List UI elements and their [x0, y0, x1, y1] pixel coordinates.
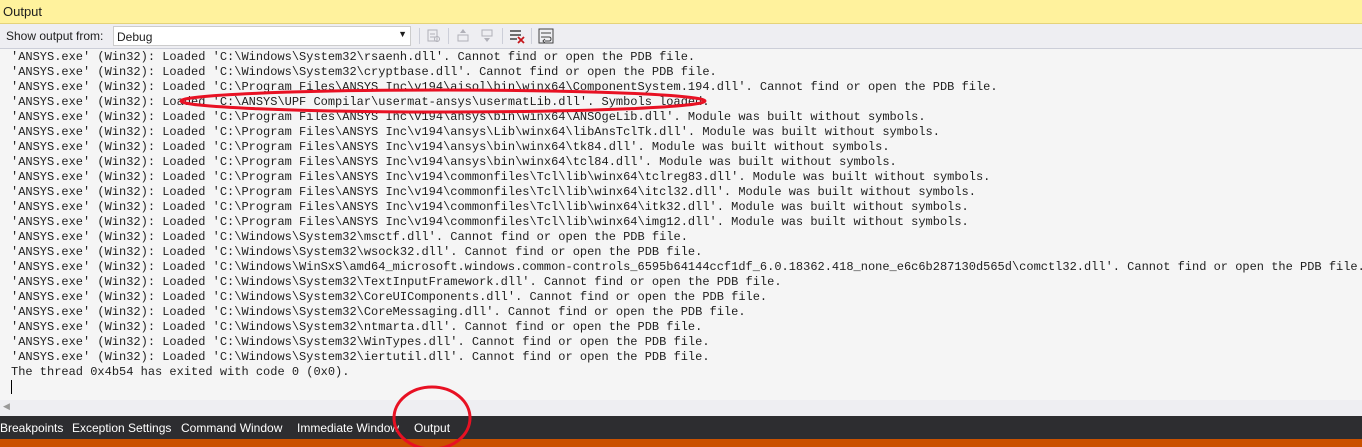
show-output-label: Show output from:	[6, 29, 104, 43]
tab-immediate-window[interactable]: Immediate Window	[297, 419, 399, 437]
output-line: 'ANSYS.exe' (Win32): Loaded 'C:\Program …	[11, 215, 969, 229]
output-line: 'ANSYS.exe' (Win32): Loaded 'C:\Program …	[11, 140, 890, 154]
output-line: 'ANSYS.exe' (Win32): Loaded 'C:\Windows\…	[11, 245, 703, 259]
toolbar-separator	[419, 28, 420, 44]
output-line: 'ANSYS.exe' (Win32): Loaded 'C:\Windows\…	[11, 275, 782, 289]
toolbar-separator	[531, 28, 532, 44]
output-line: 'ANSYS.exe' (Win32): Loaded 'C:\Program …	[11, 185, 976, 199]
output-line: The thread 0x4b54 has exited with code 0…	[11, 365, 350, 379]
output-line: 'ANSYS.exe' (Win32): Loaded 'C:\Program …	[11, 155, 897, 169]
text-caret	[11, 380, 12, 394]
toolbar-separator	[502, 28, 503, 44]
clear-all-icon	[510, 30, 525, 44]
output-line: 'ANSYS.exe' (Win32): Loaded 'C:\Windows\…	[11, 260, 1362, 274]
output-line: 'ANSYS.exe' (Win32): Loaded 'C:\Windows\…	[11, 320, 703, 334]
previous-message-button[interactable]	[454, 26, 474, 46]
output-source-value: Debug	[117, 30, 153, 44]
arrow-up-icon	[457, 29, 469, 42]
status-bar	[0, 439, 1362, 447]
word-wrap-icon	[538, 28, 554, 44]
output-line: 'ANSYS.exe' (Win32): Loaded 'C:\Windows\…	[11, 50, 696, 64]
output-line: 'ANSYS.exe' (Win32): Loaded 'C:\Program …	[11, 110, 926, 124]
horizontal-scrollbar[interactable]: ◀	[0, 400, 1362, 416]
tab-output[interactable]: Output	[414, 419, 450, 437]
chevron-down-icon[interactable]: ▼	[398, 29, 407, 39]
output-line: 'ANSYS.exe' (Win32): Loaded 'C:\Windows\…	[11, 350, 710, 364]
output-text-area[interactable]: 'ANSYS.exe' (Win32): Loaded 'C:\Windows\…	[0, 48, 1362, 400]
toggle-word-wrap-button[interactable]	[536, 26, 556, 46]
output-line: 'ANSYS.exe' (Win32): Loaded 'C:\Windows\…	[11, 290, 768, 304]
next-message-button[interactable]	[478, 26, 498, 46]
tool-window-tabs: Breakpoints Exception Settings Command W…	[0, 416, 1362, 439]
output-line: 'ANSYS.exe' (Win32): Loaded 'C:\ANSYS\UP…	[11, 95, 710, 109]
output-panel-titlebar: Output	[0, 0, 1362, 24]
output-line: 'ANSYS.exe' (Win32): Loaded 'C:\Program …	[11, 80, 998, 94]
output-line: 'ANSYS.exe' (Win32): Loaded 'C:\Windows\…	[11, 305, 746, 319]
find-source-icon	[427, 29, 440, 42]
scroll-left-icon[interactable]: ◀	[3, 401, 10, 412]
tab-command-window[interactable]: Command Window	[181, 419, 282, 437]
arrow-down-icon	[481, 29, 493, 42]
output-line: 'ANSYS.exe' (Win32): Loaded 'C:\Windows\…	[11, 335, 710, 349]
output-line: 'ANSYS.exe' (Win32): Loaded 'C:\Program …	[11, 200, 969, 214]
tab-breakpoints[interactable]: Breakpoints	[0, 419, 63, 437]
tab-exception-settings[interactable]: Exception Settings	[72, 419, 171, 437]
output-line: 'ANSYS.exe' (Win32): Loaded 'C:\Windows\…	[11, 230, 688, 244]
output-source-dropdown[interactable]: Debug ▼	[113, 26, 411, 46]
output-line: 'ANSYS.exe' (Win32): Loaded 'C:\Program …	[11, 125, 940, 139]
toolbar-separator	[448, 28, 449, 44]
panel-title: Output	[3, 4, 43, 19]
clear-all-button[interactable]	[507, 26, 527, 46]
find-source-button[interactable]	[424, 26, 444, 46]
output-line: 'ANSYS.exe' (Win32): Loaded 'C:\Program …	[11, 170, 991, 184]
output-line: 'ANSYS.exe' (Win32): Loaded 'C:\Windows\…	[11, 65, 717, 79]
